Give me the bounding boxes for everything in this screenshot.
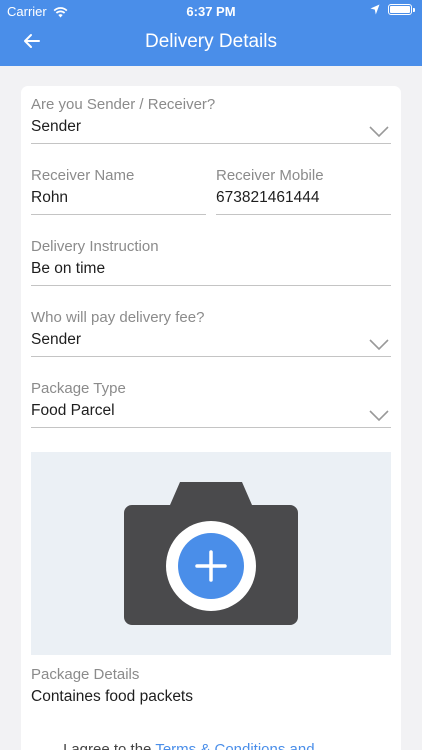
status-icons xyxy=(370,4,415,15)
sender-receiver-value: Sender xyxy=(31,118,81,135)
receiver-mobile-field[interactable]: Receiver Mobile 673821461444 xyxy=(216,167,391,215)
terms-link[interactable]: Terms & Conditions and xyxy=(155,741,314,750)
delivery-form-card: Are you Sender / Receiver? Sender Receiv… xyxy=(21,86,401,750)
chevron-down-icon xyxy=(369,410,389,422)
delivery-instruction-label: Delivery Instruction xyxy=(31,238,159,255)
camera-add-icon xyxy=(124,482,298,625)
fee-payer-value: Sender xyxy=(31,331,81,348)
chevron-down-icon xyxy=(369,126,389,138)
battery-icon xyxy=(388,4,415,15)
page-title: Delivery Details xyxy=(145,31,277,52)
receiver-name-field[interactable]: Receiver Name Rohn xyxy=(31,167,206,215)
package-details-label: Package Details xyxy=(31,666,140,683)
receiver-name-value: Rohn xyxy=(31,189,69,206)
sender-receiver-label: Are you Sender / Receiver? xyxy=(31,96,216,113)
status-time: 6:37 PM xyxy=(186,4,236,19)
package-details-value: Containes food packets xyxy=(31,688,193,705)
chevron-down-icon xyxy=(369,339,389,351)
sender-receiver-select[interactable]: Are you Sender / Receiver? Sender xyxy=(31,96,391,144)
delivery-instruction-value: Be on time xyxy=(31,260,106,277)
delivery-instruction-field[interactable]: Delivery Instruction Be on time xyxy=(31,238,391,286)
package-type-select[interactable]: Package Type Food Parcel xyxy=(31,380,391,428)
terms-prefix: I agree to the xyxy=(63,741,152,750)
fee-payer-select[interactable]: Who will pay delivery fee? Sender xyxy=(31,309,391,357)
app-header: Carrier 6:37 PM Delivery Details xyxy=(0,0,422,66)
package-photo-upload[interactable] xyxy=(31,452,391,655)
package-type-value: Food Parcel xyxy=(31,402,115,419)
receiver-name-label: Receiver Name xyxy=(31,167,135,184)
package-type-label: Package Type xyxy=(31,380,126,397)
location-arrow-icon xyxy=(370,4,380,15)
receiver-mobile-value: 673821461444 xyxy=(216,189,320,206)
terms-agreement: I agree to the Terms & Conditions and xyxy=(63,741,315,750)
status-bar: Carrier 6:37 PM xyxy=(0,0,422,22)
receiver-mobile-label: Receiver Mobile xyxy=(216,167,324,184)
package-details-field[interactable]: Package Details Containes food packets xyxy=(31,666,391,714)
fee-payer-label: Who will pay delivery fee? xyxy=(31,309,205,326)
